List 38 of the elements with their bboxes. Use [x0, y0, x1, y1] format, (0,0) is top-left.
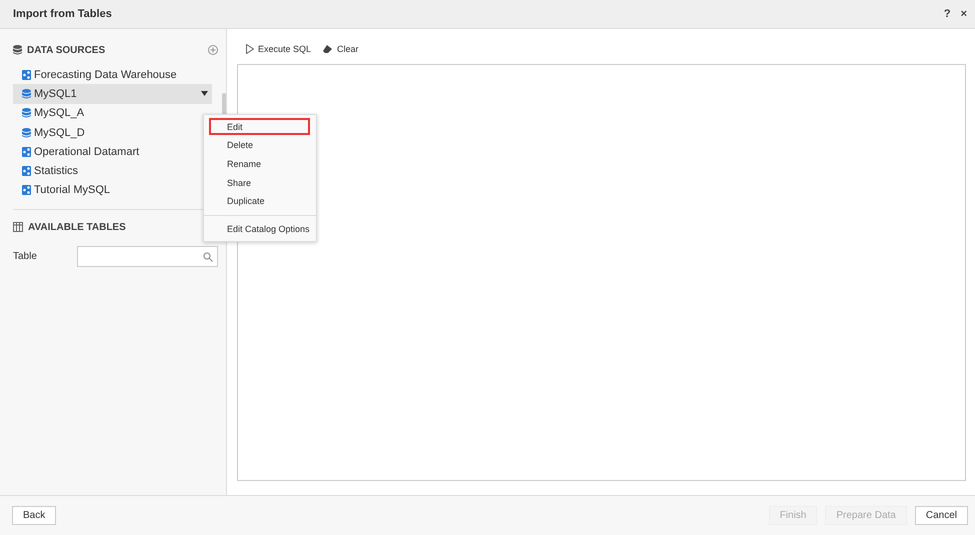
field-label: Table [13, 251, 38, 262]
section-heading: AVAILABLE TABLES [28, 222, 127, 233]
data-source-item[interactable]: MySQL1 [13, 84, 212, 104]
menu-item[interactable]: Delete [209, 136, 310, 154]
eraser-icon [323, 44, 334, 54]
menu-item[interactable]: Edit Catalog Options [209, 220, 310, 238]
caret-icon[interactable] [201, 91, 208, 96]
menu-item[interactable]: Share [209, 174, 310, 192]
network-icon [22, 70, 31, 80]
data-source-item[interactable]: MySQL_A [13, 104, 212, 123]
data-source-item[interactable]: Tutorial MySQL [13, 180, 212, 200]
data-source-item[interactable]: Forecasting Data Warehouse [13, 65, 212, 84]
data-source-item[interactable]: Statistics [13, 161, 212, 181]
close-button[interactable]: × [960, 8, 967, 20]
database-icon [13, 45, 22, 55]
section-heading: DATA SOURCES [27, 44, 106, 56]
database-icon [22, 128, 31, 138]
network-icon [22, 166, 31, 176]
menu-item[interactable]: Rename [209, 155, 310, 172]
play-icon [246, 44, 254, 54]
table-search-field[interactable] [77, 246, 218, 268]
data-source-item[interactable]: Operational Datamart [13, 142, 212, 162]
database-icon [22, 88, 31, 99]
add-icon[interactable] [208, 45, 218, 55]
execute-sql-button[interactable]: Execute SQL [246, 44, 312, 54]
clear-button[interactable]: Clear [323, 44, 359, 54]
network-icon [22, 185, 31, 196]
data-source-item[interactable]: MySQL_D [13, 122, 212, 142]
back-button[interactable]: Back [12, 506, 56, 525]
footer-button[interactable]: Cancel [914, 506, 968, 525]
table-icon [13, 222, 23, 232]
network-icon [22, 146, 31, 157]
menu-item[interactable]: Duplicate [209, 192, 310, 210]
search-icon [203, 252, 213, 262]
window-title: Import from Tables [13, 8, 113, 20]
help-button[interactable]: ? [944, 8, 951, 20]
database-icon [22, 108, 31, 118]
menu-item[interactable]: Edit [209, 118, 310, 135]
